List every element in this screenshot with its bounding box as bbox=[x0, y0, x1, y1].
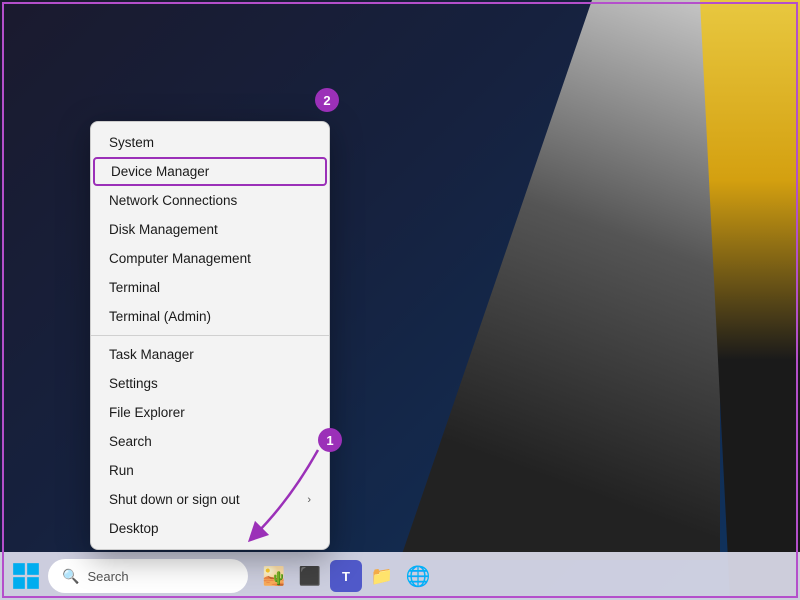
menu-item-disk-management[interactable]: Disk Management bbox=[91, 215, 329, 244]
edge-icon[interactable]: 🌐 bbox=[402, 560, 434, 592]
badge-1: 1 bbox=[318, 428, 342, 452]
teams-icon[interactable]: T bbox=[330, 560, 362, 592]
submenu-arrow-icon: › bbox=[307, 494, 311, 506]
menu-item-task-manager[interactable]: Task Manager bbox=[91, 340, 329, 369]
menu-item-terminal-admin[interactable]: Terminal (Admin) bbox=[91, 302, 329, 331]
windows-logo-icon bbox=[12, 562, 40, 590]
menu-item-file-explorer[interactable]: File Explorer bbox=[91, 398, 329, 427]
menu-item-system[interactable]: System bbox=[91, 128, 329, 157]
taskbar: 🔍 Search 🏜️ ⬛ T 📁 🌐 bbox=[0, 552, 800, 600]
start-button[interactable] bbox=[10, 560, 42, 592]
menu-divider-1 bbox=[91, 335, 329, 336]
menu-item-shut-down[interactable]: Shut down or sign out › bbox=[91, 485, 329, 514]
menu-item-run[interactable]: Run bbox=[91, 456, 329, 485]
search-icon: 🔍 bbox=[62, 568, 79, 585]
menu-item-desktop[interactable]: Desktop bbox=[91, 514, 329, 543]
context-menu: System Device Manager Network Connection… bbox=[90, 121, 330, 550]
landscape-icon[interactable]: 🏜️ bbox=[258, 560, 290, 592]
menu-item-network-connections[interactable]: Network Connections bbox=[91, 186, 329, 215]
badge-2: 2 bbox=[315, 88, 339, 112]
taskbar-search[interactable]: 🔍 Search bbox=[48, 559, 248, 593]
taskbar-search-label: Search bbox=[87, 569, 128, 584]
menu-item-search[interactable]: Search bbox=[91, 427, 329, 456]
task-view-icon[interactable]: ⬛ bbox=[294, 560, 326, 592]
taskbar-icons: 🏜️ ⬛ T 📁 🌐 bbox=[258, 560, 434, 592]
menu-item-device-manager[interactable]: Device Manager bbox=[93, 157, 327, 186]
file-explorer-icon[interactable]: 📁 bbox=[366, 560, 398, 592]
menu-item-settings[interactable]: Settings bbox=[91, 369, 329, 398]
menu-item-terminal[interactable]: Terminal bbox=[91, 273, 329, 302]
menu-item-computer-management[interactable]: Computer Management bbox=[91, 244, 329, 273]
